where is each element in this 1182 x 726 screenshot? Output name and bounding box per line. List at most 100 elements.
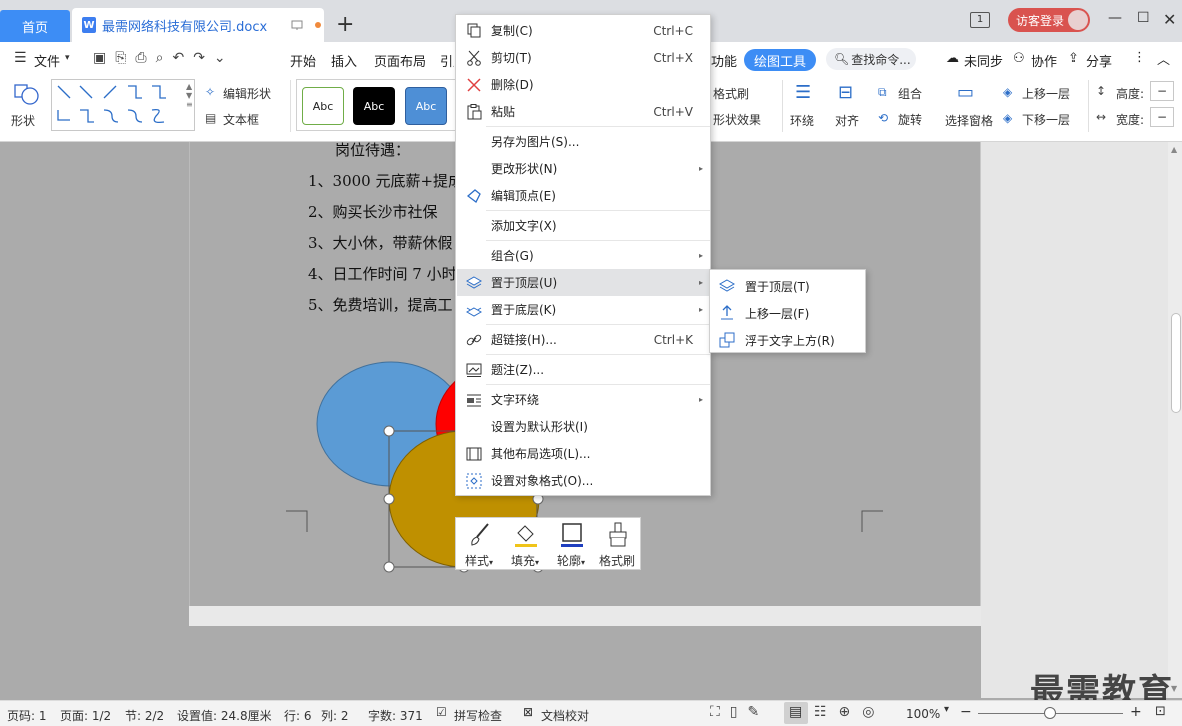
ctx-set-default-shape[interactable]: 设置为默认形状(I) xyxy=(457,413,711,440)
ctx-delete[interactable]: 删除(D) xyxy=(457,71,711,98)
height-input[interactable]: − xyxy=(1150,81,1174,101)
ctx-layout-options[interactable]: 其他布局选项(L)... xyxy=(457,440,711,467)
unsaved-dot-icon xyxy=(315,22,322,28)
float-style-button[interactable]: 样式▾ xyxy=(456,518,502,571)
edit-shape-button[interactable]: 编辑形状 xyxy=(223,85,271,102)
ctx-send-to-back[interactable]: 置于底层(K) ▸ xyxy=(457,296,711,323)
ctx-cut[interactable]: 剪切(T) Ctrl+X xyxy=(457,44,711,71)
shapes-icon[interactable] xyxy=(14,82,40,106)
zoom-in-icon[interactable]: + xyxy=(1130,704,1142,720)
ctx-group[interactable]: 组合(G) ▸ xyxy=(457,242,711,269)
menu-start[interactable]: 开始 xyxy=(290,51,316,70)
status-page-no[interactable]: 页码: 1 xyxy=(7,707,47,724)
menu-drawing-tools[interactable]: 绘图工具 xyxy=(744,49,816,71)
shape-style-2[interactable]: Abc xyxy=(353,87,395,125)
scroll-up-icon[interactable]: ▲ xyxy=(1171,145,1177,154)
width-input[interactable]: − xyxy=(1150,107,1174,127)
login-button[interactable]: 访客登录 xyxy=(1008,8,1090,32)
fit-window-icon[interactable]: ⊡ xyxy=(1155,704,1166,719)
status-row: 行: 6 xyxy=(284,709,312,723)
format-object-icon xyxy=(466,473,482,489)
ctx-format-object[interactable]: 设置对象格式(O)... xyxy=(457,467,711,494)
float-fill-button[interactable]: 填充▾ xyxy=(502,518,548,571)
search-command[interactable]: 🔍︎ 查找命令... xyxy=(826,48,916,70)
submenu-bring-to-front[interactable]: 置于顶层(T) xyxy=(711,272,866,299)
submenu-bring-forward[interactable]: 上移一层(F) xyxy=(711,299,866,326)
close-icon[interactable]: ✕ xyxy=(1163,10,1176,29)
float-outline-button[interactable]: 轮廓▾ xyxy=(548,518,594,571)
more-icon[interactable]: ⋮ xyxy=(1133,50,1146,65)
ctx-paste[interactable]: 粘贴 Ctrl+V xyxy=(457,98,711,125)
tab-document[interactable]: W 最需网络科技有限公司.docx xyxy=(72,8,324,42)
ctx-add-text[interactable]: 添加文字(X) xyxy=(457,212,711,239)
zoom-slider-thumb[interactable] xyxy=(1044,707,1056,719)
outline-web-read-icons[interactable]: ☷⊕◎ xyxy=(814,704,887,720)
status-pages[interactable]: 页面: 1/2 xyxy=(60,707,111,724)
textbox-button[interactable]: 文本框 xyxy=(223,111,259,128)
new-tab-button[interactable]: + xyxy=(336,14,354,36)
in-front-of-text-icon xyxy=(719,332,735,348)
ctx-label: 文字环绕 xyxy=(491,393,540,407)
zoom-level[interactable]: 100% xyxy=(906,707,940,721)
share-button[interactable]: 分享 xyxy=(1086,51,1112,70)
hamburger-icon[interactable]: ☰ xyxy=(14,50,27,66)
ctx-change-shape[interactable]: 更改形状(N) ▸ xyxy=(457,155,711,182)
collapse-ribbon-icon[interactable]: ︿ xyxy=(1157,49,1170,68)
document-page-2[interactable] xyxy=(189,626,981,700)
status-proof[interactable]: 文档校对 xyxy=(541,707,589,724)
unsynced-button[interactable]: 未同步 xyxy=(964,51,1003,70)
menu-insert[interactable]: 插入 xyxy=(331,51,357,70)
maximize-icon[interactable]: ☐ xyxy=(1137,10,1150,26)
gallery-scroll-icon[interactable]: ▲ ▼ ≡ xyxy=(186,82,193,109)
menu-layout[interactable]: 页面布局 xyxy=(374,51,426,70)
share-icon[interactable]: ⇪ xyxy=(1068,51,1079,66)
view-mode-icons[interactable]: ⛶▯✎ xyxy=(710,704,769,720)
status-words[interactable]: 字数: 371 xyxy=(368,707,423,724)
menu-reference[interactable]: 引用 xyxy=(440,51,454,70)
format-painter-button[interactable]: 格式刷 xyxy=(713,85,749,102)
quick-access-icons[interactable]: ▣⎘⎙⌕↶↷⌄ xyxy=(93,50,235,66)
bring-forward-button[interactable]: 上移一层 xyxy=(1022,85,1070,102)
status-spell[interactable]: 拼写检查 xyxy=(454,707,502,724)
rotate-button[interactable]: 旋转 xyxy=(898,111,922,128)
shape-effect-button[interactable]: 形状效果 xyxy=(713,111,761,128)
shape-label[interactable]: 形状 xyxy=(11,112,35,129)
zoom-out-icon[interactable]: − xyxy=(960,704,972,720)
zoom-dropdown-icon[interactable]: ▾ xyxy=(944,704,949,715)
menu-feature[interactable]: 功能 xyxy=(711,51,737,70)
float-format-painter-button[interactable]: 格式刷 xyxy=(594,518,640,571)
user-icon[interactable]: ⚇ xyxy=(1013,51,1025,66)
collab-button[interactable]: 协作 xyxy=(1031,51,1057,70)
shape-style-1[interactable]: Abc xyxy=(302,87,344,125)
align-button[interactable]: 对齐 xyxy=(835,112,859,129)
doc-line-5: 5、免费培训，提高工 xyxy=(308,296,453,314)
ctx-text-wrap[interactable]: 文字环绕 ▸ xyxy=(457,386,711,413)
page-view-icon[interactable]: 1 xyxy=(970,12,990,28)
menu-file[interactable]: 文件 xyxy=(34,51,60,70)
chevron-down-icon[interactable]: ▾ xyxy=(65,53,70,63)
ribbon-divider xyxy=(782,80,783,132)
minimize-icon[interactable]: — xyxy=(1108,10,1122,26)
ctx-caption[interactable]: 题注(Z)... xyxy=(457,356,711,383)
scroll-thumb[interactable] xyxy=(1171,313,1181,413)
vertical-scrollbar[interactable] xyxy=(1168,142,1182,698)
shape-gallery[interactable] xyxy=(51,79,195,131)
margin-corner-mark xyxy=(861,510,883,532)
ctx-label: 粘贴 xyxy=(491,105,516,119)
ctx-bring-to-front[interactable]: 置于顶层(U) ▸ xyxy=(457,269,711,296)
wrap-button[interactable]: 环绕 xyxy=(790,112,814,129)
select-pane-button[interactable]: 选择窗格 xyxy=(945,112,993,129)
group-button[interactable]: 组合 xyxy=(898,85,922,102)
shape-style-3[interactable]: Abc xyxy=(405,87,447,125)
ctx-label: 设置为默认形状(I) xyxy=(491,420,588,434)
monitor-icon[interactable] xyxy=(291,20,303,31)
ctx-copy[interactable]: 复制(C) Ctrl+C xyxy=(457,17,711,44)
cloud-icon[interactable]: ☁ xyxy=(946,51,959,66)
ctx-save-as-image[interactable]: 另存为图片(S)... xyxy=(457,128,711,155)
tab-home[interactable]: 首页 xyxy=(0,10,70,42)
ctx-hyperlink[interactable]: 超链接(H)... Ctrl+K xyxy=(457,326,711,353)
text-wrap-icon xyxy=(467,394,481,407)
send-backward-button[interactable]: 下移一层 xyxy=(1022,111,1070,128)
submenu-in-front-of-text[interactable]: 浮于文字上方(R) xyxy=(711,326,866,353)
ctx-edit-points[interactable]: 编辑顶点(E) xyxy=(457,182,711,209)
